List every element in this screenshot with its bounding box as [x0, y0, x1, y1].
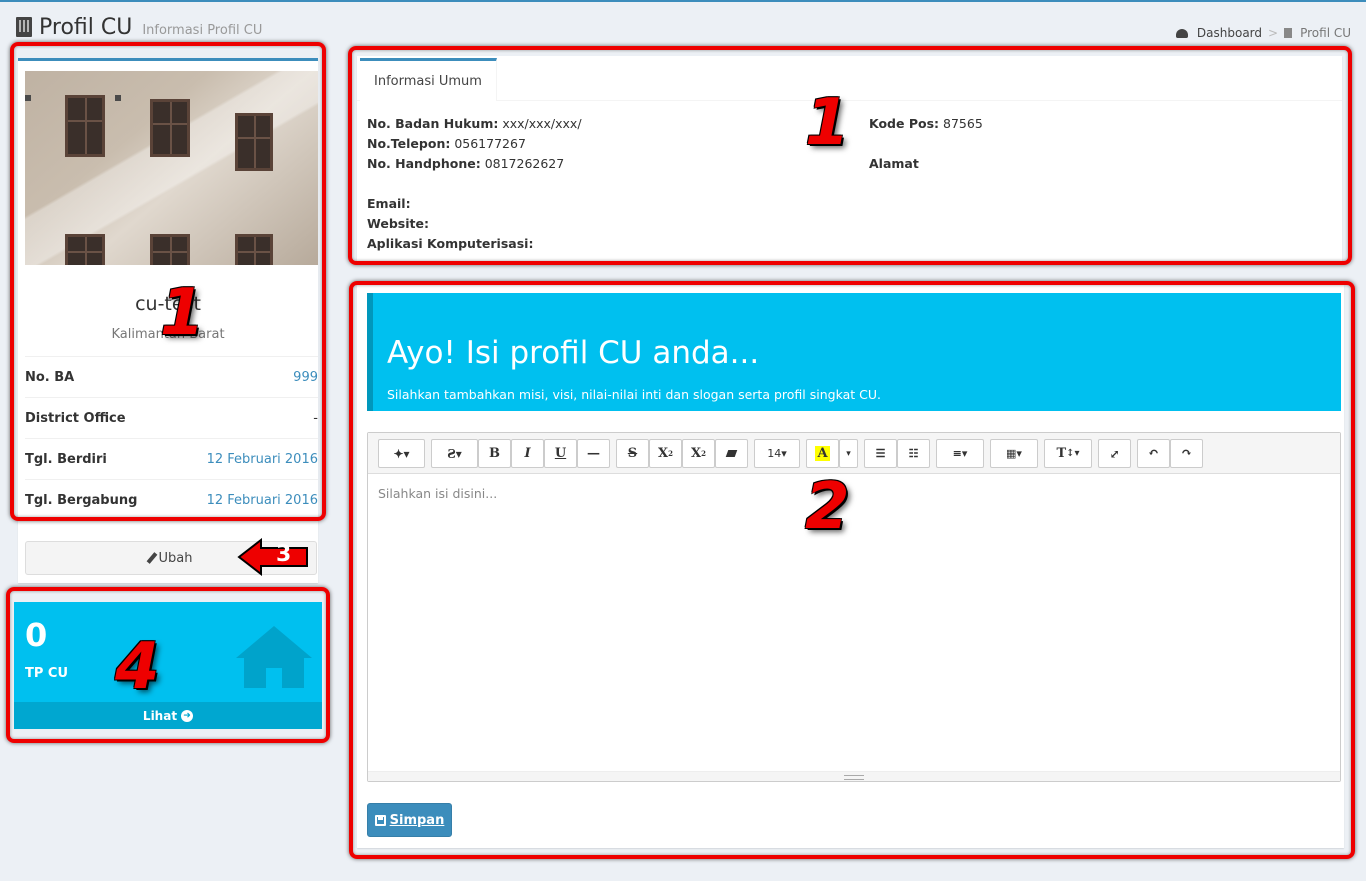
info-right-column: Kode Pos: 87565 Alamat	[869, 114, 983, 174]
minus-icon: —	[587, 446, 600, 461]
editor-content-area[interactable]: Silahkan isi disini...	[378, 486, 497, 501]
superscript-button[interactable]: X2	[649, 439, 682, 468]
tp-cu-stat-box: 0 TP CU Lihat ➜	[14, 602, 322, 729]
strikethrough-button[interactable]: S	[616, 439, 649, 468]
dashboard-icon	[1175, 28, 1188, 38]
info-item: Website:	[367, 216, 429, 231]
line-height-button[interactable]: T ↕▾	[1044, 439, 1092, 468]
page-header: Profil CU Informasi Profil CU	[16, 14, 262, 46]
subscript-button[interactable]: X2	[682, 439, 715, 468]
editor-toolbar: ✦▾ Ƨ▾ B I U — S X2 X2 14 ▾ A ▾ ☰ ☷ ≡▾ ▦▾ …	[368, 433, 1340, 474]
info-item: Email:	[367, 196, 411, 211]
text-height-icon: ↕▾	[1066, 448, 1080, 459]
highlight-button[interactable]: A	[806, 439, 839, 468]
info-item: No.Telepon: 056177267	[367, 136, 526, 151]
view-link[interactable]: Lihat ➜	[14, 702, 322, 729]
breadcrumb: Dashboard > Profil CU	[1175, 26, 1351, 40]
floppy-icon	[374, 814, 386, 826]
list-ol-icon: ☷	[908, 447, 919, 460]
save-button[interactable]: Simpan	[367, 803, 452, 837]
list-ul-icon: ☰	[875, 447, 886, 460]
arrow-circle-right-icon: ➜	[181, 709, 194, 722]
info-item: Aplikasi Komputerisasi:	[367, 236, 534, 251]
editor-resize-handle[interactable]	[368, 771, 1340, 781]
magic-style-button[interactable]: ✦▾	[378, 439, 425, 468]
annotation-number: 1	[805, 86, 850, 160]
table-button[interactable]: ▦▾	[990, 439, 1038, 468]
breadcrumb-home[interactable]: Dashboard	[1197, 26, 1262, 40]
breadcrumb-current: Profil CU	[1300, 26, 1351, 40]
pencil-icon	[146, 552, 157, 564]
profile-photo	[25, 71, 318, 265]
annotation-number: 2	[805, 470, 850, 544]
highlight-dropdown-button[interactable]: ▾	[839, 439, 858, 468]
align-left-icon: ≡▾	[952, 447, 968, 460]
list-item: District Office -	[25, 397, 318, 438]
font-icon: Ƨ▾	[447, 446, 462, 461]
building-icon	[1284, 28, 1293, 38]
breadcrumb-separator: >	[1268, 26, 1279, 40]
horizontal-rule-button[interactable]: —	[577, 439, 610, 468]
bold-button[interactable]: B	[478, 439, 511, 468]
info-left-column: No. Badan Hukum: xxx/xxx/xxx/ No.Telepon…	[367, 114, 582, 254]
callout-title: Ayo! Isi profil CU anda...	[387, 335, 760, 371]
info-item: No. Handphone: 0817262627	[367, 156, 565, 171]
table-icon: ▦▾	[1006, 447, 1022, 460]
annotation-arrow	[237, 538, 308, 576]
undo-icon: ↶	[1148, 446, 1159, 461]
undo-button[interactable]: ↶	[1137, 439, 1170, 468]
rich-text-editor: ✦▾ Ƨ▾ B I U — S X2 X2 14 ▾ A ▾ ☰ ☷ ≡▾ ▦▾ …	[367, 432, 1341, 782]
annotation-number: 1	[160, 276, 205, 350]
page-subtitle: Informasi Profil CU	[142, 23, 263, 38]
list-item: Tgl. Bergabung 12 Februari 2016	[25, 479, 318, 520]
top-accent-line	[0, 0, 1366, 2]
callout-info: Ayo! Isi profil CU anda... Silahkan tamb…	[367, 293, 1341, 411]
info-item: Alamat	[869, 156, 919, 171]
home-icon	[236, 626, 312, 688]
redo-button[interactable]: ↷	[1170, 439, 1203, 468]
list-item: No. BA 999	[25, 356, 318, 397]
underline-button[interactable]: U	[544, 439, 577, 468]
paragraph-align-button[interactable]: ≡▾	[936, 439, 984, 468]
profile-info-list: No. BA 999 District Office - Tgl. Berdir…	[25, 356, 318, 520]
font-size-button[interactable]: 14 ▾	[754, 439, 800, 468]
tab-informasi-umum[interactable]: Informasi Umum	[360, 58, 497, 101]
page-title: Profil CU	[39, 15, 133, 40]
font-family-button[interactable]: Ƨ▾	[431, 439, 478, 468]
stat-label: TP CU	[25, 666, 69, 681]
info-item: No. Badan Hukum: xxx/xxx/xxx/	[367, 116, 582, 131]
annotation-number: 4	[115, 630, 160, 704]
redo-icon: ↷	[1181, 446, 1192, 461]
clear-format-button[interactable]	[715, 439, 748, 468]
italic-button[interactable]: I	[511, 439, 544, 468]
info-item: Kode Pos: 87565	[869, 116, 983, 131]
callout-text: Silahkan tambahkan misi, visi, nilai-nil…	[387, 387, 881, 402]
profile-editor-box: Ayo! Isi profil CU anda... Silahkan tamb…	[357, 285, 1344, 848]
eraser-icon	[725, 450, 738, 457]
annotation-number: 3	[276, 542, 292, 567]
unordered-list-button[interactable]: ☰	[864, 439, 897, 468]
building-icon	[16, 17, 32, 37]
stat-value: 0	[25, 616, 48, 654]
caret-down-icon: ▾	[846, 448, 851, 459]
expand-icon: ⤢	[1109, 446, 1120, 461]
ordered-list-button[interactable]: ☷	[897, 439, 930, 468]
magic-wand-icon: ✦▾	[393, 446, 410, 461]
fullscreen-button[interactable]: ⤢	[1098, 439, 1131, 468]
list-item: Tgl. Berdiri 12 Februari 2016	[25, 438, 318, 479]
